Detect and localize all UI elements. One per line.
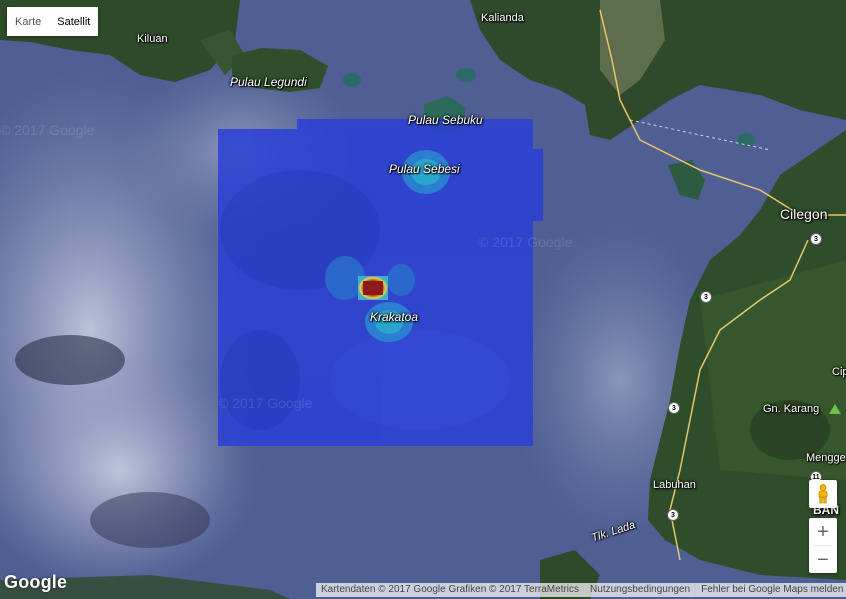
street-view-pegman[interactable] <box>809 480 837 508</box>
map-type-karte-button[interactable]: Karte <box>7 7 50 36</box>
satellite-map[interactable]: © 2017 Google © 2017 Google © 2017 Googl… <box>0 0 846 599</box>
map-watermark: © 2017 Google <box>478 234 573 250</box>
label-kalianda: Kalianda <box>481 12 524 24</box>
label-kiluan: Kiluan <box>137 33 168 45</box>
route-shield: 3 <box>667 509 679 521</box>
map-footer: Kartendaten © 2017 Google Grafiken © 201… <box>316 583 846 597</box>
map-watermark: © 2017 Google <box>0 122 95 138</box>
map-type-satellit-button[interactable]: Satellit <box>49 7 99 36</box>
cloud-shadow <box>90 492 210 548</box>
label-pulau-sebesi: Pulau Sebesi <box>389 162 460 176</box>
cloud-shadow <box>15 335 125 385</box>
zoom-control: + − <box>809 518 837 573</box>
route-shield: 3 <box>668 402 680 414</box>
label-labuhan: Labuhan <box>653 479 696 491</box>
label-pulau-legundi: Pulau Legundi <box>230 75 307 89</box>
report-error-link[interactable]: Fehler bei Google Maps melden <box>695 583 846 597</box>
zoom-out-button[interactable]: − <box>809 546 837 573</box>
islet <box>456 68 476 82</box>
map-data-attribution[interactable]: Kartendaten © 2017 Google Grafiken © 201… <box>316 583 584 597</box>
terms-link[interactable]: Nutzungsbedingungen <box>584 583 695 597</box>
pegman-icon <box>818 484 828 504</box>
route-shield: 3 <box>700 291 712 303</box>
google-logo[interactable]: Google <box>4 572 67 593</box>
islet <box>737 133 755 147</box>
map-type-control: Karte Satellit <box>7 7 99 36</box>
label-menggen: Mengge <box>806 452 846 464</box>
label-pulau-sebuku: Pulau Sebuku <box>408 113 483 127</box>
map-watermark: © 2017 Google <box>218 395 313 411</box>
label-cip: Cip <box>832 366 846 378</box>
label-gn-karang: Gn. Karang <box>763 403 820 415</box>
label-krakatoa: Krakatoa <box>370 310 419 324</box>
island-krakatoa-east <box>387 264 415 296</box>
islet <box>343 73 361 87</box>
hotspot-core <box>363 281 383 295</box>
zoom-in-button[interactable]: + <box>809 518 837 545</box>
label-cilegon: Cilegon <box>780 206 828 222</box>
route-shield: 3 <box>810 233 822 245</box>
mountain-icon <box>829 404 841 414</box>
